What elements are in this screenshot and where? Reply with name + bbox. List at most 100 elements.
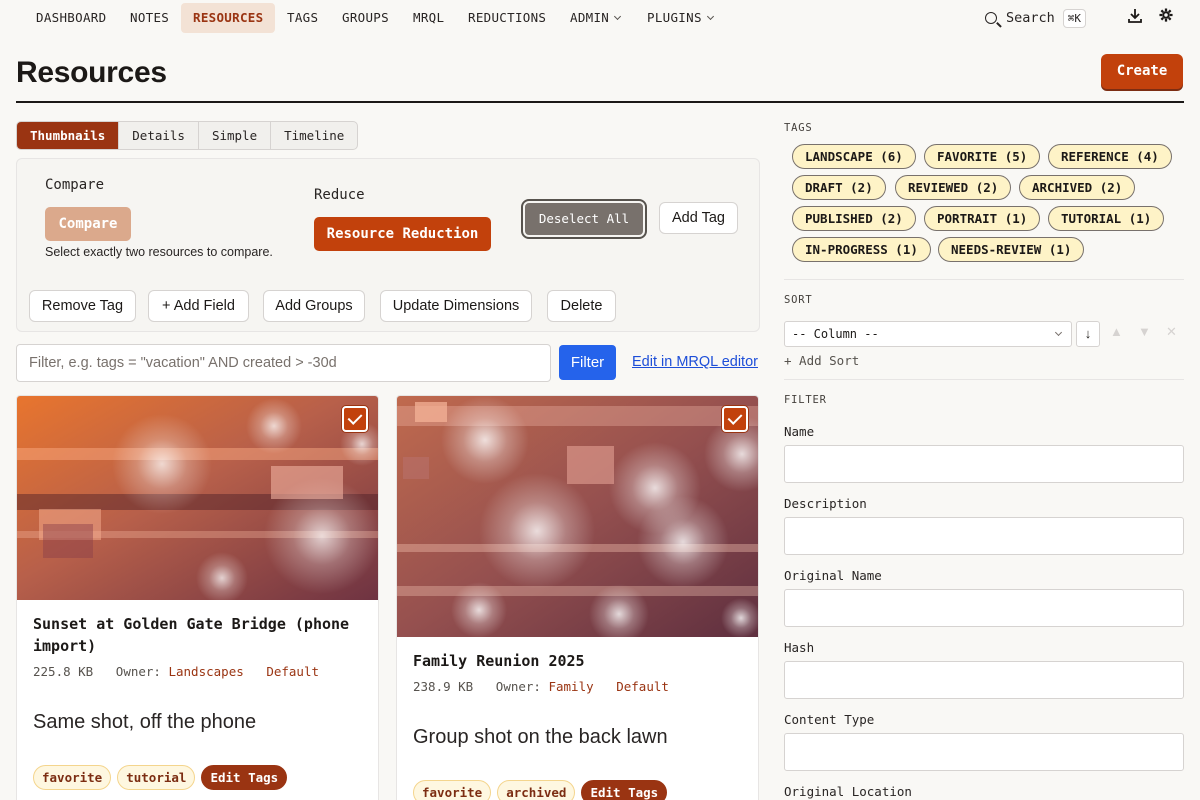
owner-link[interactable]: Family: [548, 679, 593, 694]
description-label: Description: [784, 496, 867, 511]
tag-chip-published[interactable]: PUBLISHED (2): [792, 206, 916, 231]
name-field[interactable]: [784, 445, 1184, 483]
resource-tags: favorite tutorial Edit Tags: [33, 765, 288, 790]
content-type-field[interactable]: [784, 733, 1184, 771]
top-nav: DASHBOARD NOTES RESOURCES TAGS GROUPS MR…: [0, 0, 1200, 36]
nav-admin-label: ADMIN: [570, 10, 610, 25]
remove-sort-icon[interactable]: ✕: [1166, 324, 1177, 340]
add-sort-button[interactable]: + Add Sort: [784, 353, 859, 368]
file-size: 238.9 KB: [413, 679, 474, 694]
tag-chip-landscape[interactable]: LANDSCAPE (6): [792, 144, 916, 169]
page-title: Resources: [16, 56, 167, 89]
owner-link[interactable]: Landscapes: [168, 664, 243, 679]
category-link[interactable]: Default: [266, 664, 319, 679]
resource-thumbnail[interactable]: [397, 396, 759, 637]
add-field-button[interactable]: + Add Field: [148, 290, 249, 322]
sidebar-divider: [784, 379, 1184, 380]
nav-admin[interactable]: ADMIN: [558, 3, 632, 33]
nav-notes[interactable]: NOTES: [118, 3, 181, 33]
move-up-icon[interactable]: ▲: [1110, 324, 1123, 339]
tab-simple[interactable]: Simple: [199, 122, 272, 149]
owner-label: Owner:: [115, 664, 161, 679]
hash-field[interactable]: [784, 661, 1184, 699]
search-button[interactable]: Search ⌘K: [985, 7, 1087, 29]
tag-chip-tutorial[interactable]: TUTORIAL (1): [1048, 206, 1165, 231]
compare-heading: Compare: [45, 177, 105, 193]
gear-icon[interactable]: [1159, 8, 1173, 28]
filter-button[interactable]: Filter: [559, 345, 616, 380]
original-name-field[interactable]: [784, 589, 1184, 627]
tab-timeline[interactable]: Timeline: [271, 122, 357, 149]
add-tag-button[interactable]: Add Tag: [659, 202, 738, 234]
tag-chip-in-progress[interactable]: IN-PROGRESS (1): [792, 237, 931, 262]
edit-tags-button[interactable]: Edit Tags: [201, 765, 288, 790]
resource-meta: 238.9 KB Owner: Family Default: [413, 679, 669, 694]
filter-heading: FILTER: [784, 394, 827, 406]
compare-hint: Select exactly two resources to compare.: [45, 245, 273, 259]
original-location-label: Original Location: [784, 784, 912, 799]
tag-chip-draft[interactable]: DRAFT (2): [792, 175, 886, 200]
add-groups-button[interactable]: Add Groups: [263, 290, 365, 322]
owner-label: Owner:: [495, 679, 541, 694]
tag-chip-reviewed[interactable]: REVIEWED (2): [895, 175, 1012, 200]
resource-tags: favorite archived Edit Tags: [413, 780, 668, 800]
tag-pill[interactable]: favorite: [33, 765, 112, 790]
nav-plugins[interactable]: PLUGINS: [635, 3, 725, 33]
tags-heading: TAGS: [784, 122, 813, 134]
search-icon: [985, 12, 997, 24]
delete-button[interactable]: Delete: [547, 290, 616, 322]
sort-column-value: -- Column --: [792, 327, 879, 341]
tag-pill[interactable]: favorite: [413, 780, 492, 800]
nav-reductions[interactable]: REDUCTIONS: [456, 3, 558, 33]
nav-groups[interactable]: GROUPS: [330, 3, 401, 33]
nav-resources[interactable]: RESOURCES: [181, 3, 276, 33]
update-dimensions-button[interactable]: Update Dimensions: [380, 290, 532, 322]
resource-meta: 225.8 KB Owner: Landscapes Default: [33, 664, 319, 679]
move-down-icon[interactable]: ▼: [1138, 324, 1151, 339]
nav-mrql[interactable]: MRQL: [401, 3, 456, 33]
create-button[interactable]: Create: [1101, 54, 1183, 89]
select-checkbox[interactable]: [722, 406, 748, 432]
sidebar-divider: [784, 279, 1184, 280]
tab-details[interactable]: Details: [119, 122, 199, 149]
tag-chip-favorite[interactable]: FAVORITE (5): [924, 144, 1041, 169]
search-label: Search: [1006, 10, 1055, 26]
chevron-down-icon: [706, 12, 714, 21]
tag-chip-needs-review[interactable]: NEEDS-REVIEW (1): [938, 237, 1085, 262]
tag-chip-portrait[interactable]: PORTRAIT (1): [924, 206, 1041, 231]
select-checkbox[interactable]: [342, 406, 368, 432]
resource-card[interactable]: Family Reunion 2025 238.9 KB Owner: Fami…: [396, 395, 759, 800]
sort-heading: SORT: [784, 294, 813, 306]
sort-column-select[interactable]: -- Column --: [784, 321, 1072, 347]
view-tabs: Thumbnails Details Simple Timeline: [16, 121, 359, 150]
remove-tag-button[interactable]: Remove Tag: [29, 290, 136, 322]
tag-pill[interactable]: archived: [497, 780, 576, 800]
reduce-heading: Reduce: [314, 187, 365, 203]
tag-chip-archived[interactable]: ARCHIVED (2): [1019, 175, 1136, 200]
edit-tags-button[interactable]: Edit Tags: [581, 780, 668, 800]
deselect-all-button[interactable]: Deselect All: [521, 199, 647, 239]
compare-button[interactable]: Compare: [45, 207, 131, 241]
download-icon[interactable]: [1127, 8, 1143, 30]
chevron-down-icon: [1054, 328, 1063, 337]
bulk-actions-panel: Compare Compare Select exactly two resou…: [16, 158, 760, 332]
resource-thumbnail[interactable]: [17, 396, 379, 600]
nav-tags[interactable]: TAGS: [275, 3, 330, 33]
filter-input[interactable]: Filter, e.g. tags = "vacation" AND creat…: [16, 344, 551, 382]
tag-chip-reference[interactable]: REFERENCE (4): [1048, 144, 1172, 169]
content-type-label: Content Type: [784, 712, 875, 727]
resource-reduction-button[interactable]: Resource Reduction: [314, 217, 491, 251]
resource-title[interactable]: Family Reunion 2025: [413, 650, 743, 672]
nav-dashboard[interactable]: DASHBOARD: [24, 3, 118, 33]
tag-pill[interactable]: tutorial: [117, 765, 196, 790]
resource-description: Group shot on the back lawn: [413, 726, 668, 748]
mrql-editor-link[interactable]: Edit in MRQL editor: [632, 354, 758, 370]
tab-thumbnails[interactable]: Thumbnails: [17, 122, 120, 149]
resource-card[interactable]: Sunset at Golden Gate Bridge (phone impo…: [16, 395, 379, 800]
sort-direction-button[interactable]: ↓: [1076, 321, 1100, 347]
original-name-label: Original Name: [784, 568, 882, 583]
nav-plugins-label: PLUGINS: [647, 10, 702, 25]
resource-title[interactable]: Sunset at Golden Gate Bridge (phone impo…: [33, 613, 363, 657]
category-link[interactable]: Default: [616, 679, 669, 694]
description-field[interactable]: [784, 517, 1184, 555]
